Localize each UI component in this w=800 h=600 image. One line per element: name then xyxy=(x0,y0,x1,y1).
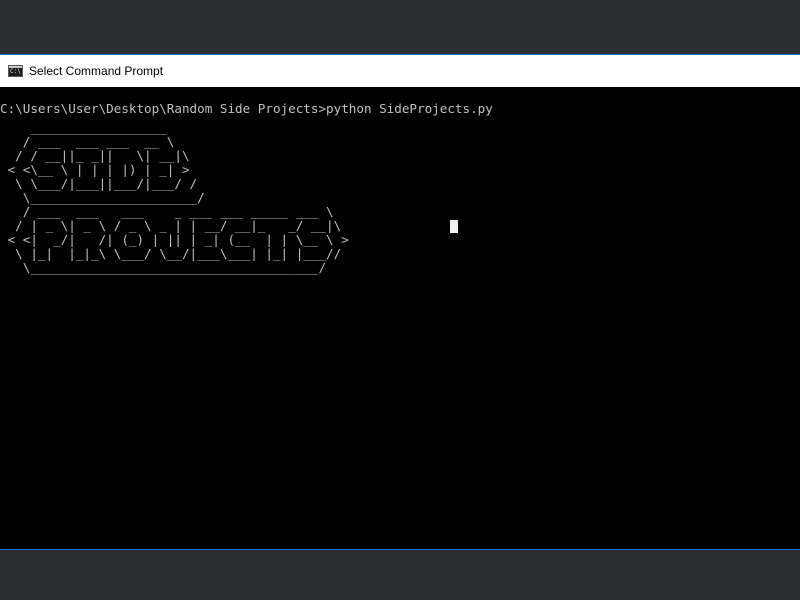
console-area[interactable]: C:\Users\User\Desktop\Random Side Projec… xyxy=(0,87,800,549)
window-title: Select Command Prompt xyxy=(29,64,164,78)
command-prompt-icon-text: C:\ xyxy=(10,68,21,75)
window-titlebar[interactable]: C:\ Select Command Prompt xyxy=(0,55,800,87)
ascii-art-output: __________________ / ___ ___ ___ __ \ / … xyxy=(7,120,349,275)
command-prompt-window[interactable]: C:\ Select Command Prompt C:\Users\User\… xyxy=(0,54,800,550)
command-line: C:\Users\User\Desktop\Random Side Projec… xyxy=(0,101,493,116)
text-cursor xyxy=(450,220,458,233)
desktop: C:\ Select Command Prompt C:\Users\User\… xyxy=(0,0,800,600)
command-prompt-icon: C:\ xyxy=(8,65,23,77)
